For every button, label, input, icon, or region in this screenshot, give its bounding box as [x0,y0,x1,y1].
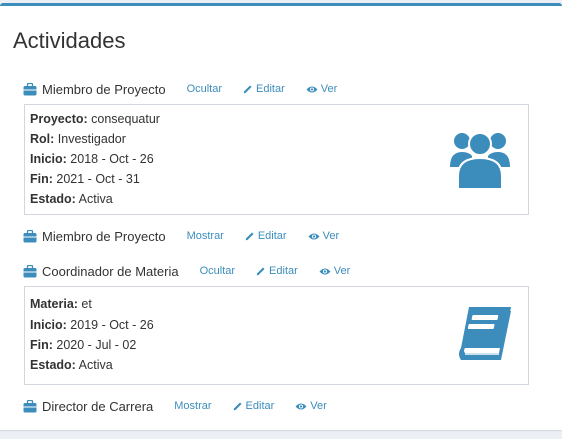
detail-label: Rol: [30,132,55,146]
view-link[interactable]: Ver [319,265,351,277]
detail-value: 2021 - Oct - 31 [56,172,140,186]
detail-value: 2020 - Jul - 02 [56,338,137,352]
detail-value: Activa [78,192,113,206]
toggle-label: Mostrar [174,400,212,412]
detail-line: Estado: Activa [30,358,113,372]
detail-label: Fin: [30,172,53,186]
activity-role: Director de Carrera [42,398,154,414]
edit-link[interactable]: Editar [243,83,285,95]
detail-line: Inicio: 2019 - Oct - 26 [30,318,154,332]
view-label: Ver [322,230,340,242]
activity-details: Proyecto: consequatur Rol: Investigador … [24,104,529,215]
detail-value: 2019 - Oct - 26 [70,318,154,332]
briefcase-icon [23,229,37,242]
detail-line: Fin: 2020 - Jul - 02 [30,338,136,352]
briefcase-icon [23,82,37,95]
toggle-label: Mostrar [186,230,224,242]
view-label: Ver [320,83,338,95]
activity-header: Miembro de Proyecto Ocultar Editar Ver [23,80,358,98]
detail-label: Materia: [30,297,78,311]
detail-value: consequatur [91,112,160,126]
edit-label: Editar [245,400,275,412]
detail-line: Inicio: 2018 - Oct - 26 [30,152,154,166]
users-icon [450,132,510,189]
view-label: Ver [333,265,351,277]
page-title: Actividades [13,28,126,53]
eye-icon [295,403,307,409]
edit-label: Editar [256,83,285,95]
activity-role: Coordinador de Materia [42,263,179,279]
eye-icon [306,86,318,92]
activity-details: Materia: et Inicio: 2019 - Oct - 26 Fin:… [24,286,529,385]
activity-header: Coordinador de Materia Ocultar Editar Ve… [23,262,371,280]
activities-panel: Actividades Miembro de Proyecto Ocultar … [0,3,562,430]
pencil-icon [233,402,242,411]
detail-value: 2018 - Oct - 26 [70,152,154,166]
detail-line: Materia: et [30,297,92,311]
detail-label: Estado: [30,358,76,372]
toggle-label: Ocultar [186,83,223,95]
detail-line: Rol: Investigador [30,132,126,146]
pencil-icon [243,85,252,94]
eye-icon [308,233,320,239]
pencil-icon [256,267,265,276]
detail-label: Proyecto: [30,112,88,126]
view-link[interactable]: Ver [308,230,340,242]
activity-header: Miembro de Proyecto Mostrar Editar Ver [23,227,360,245]
briefcase-icon [23,264,37,277]
activity-header: Director de Carrera Mostrar Editar Ver [23,397,348,415]
book-icon [459,307,511,360]
toggle-label: Ocultar [199,265,236,277]
toggle-details-link[interactable]: Mostrar [174,400,211,412]
detail-label: Estado: [30,192,76,206]
detail-line: Estado: Activa [30,192,113,206]
edit-link[interactable]: Editar [256,265,298,277]
detail-value: Investigador [57,132,126,146]
view-label: Ver [310,400,327,412]
eye-icon [319,268,331,274]
detail-value: Activa [78,358,113,372]
briefcase-icon [23,399,37,412]
edit-label: Editar [257,230,287,242]
edit-link[interactable]: Editar [245,230,287,242]
toggle-details-link[interactable]: Ocultar [200,265,235,277]
view-link[interactable]: Ver [306,83,338,95]
view-link[interactable]: Ver [295,400,327,412]
detail-label: Fin: [30,338,53,352]
detail-value: et [81,297,92,311]
toggle-details-link[interactable]: Ocultar [187,83,222,95]
toggle-details-link[interactable]: Mostrar [187,230,224,242]
pencil-icon [245,232,254,241]
activity-role: Miembro de Proyecto [42,228,166,244]
edit-label: Editar [269,265,298,277]
detail-line: Proyecto: consequatur [30,112,160,126]
activity-role: Miembro de Proyecto [42,81,166,97]
detail-label: Inicio: [30,318,67,332]
detail-label: Inicio: [30,152,67,166]
detail-line: Fin: 2021 - Oct - 31 [30,172,140,186]
edit-link[interactable]: Editar [233,400,275,412]
